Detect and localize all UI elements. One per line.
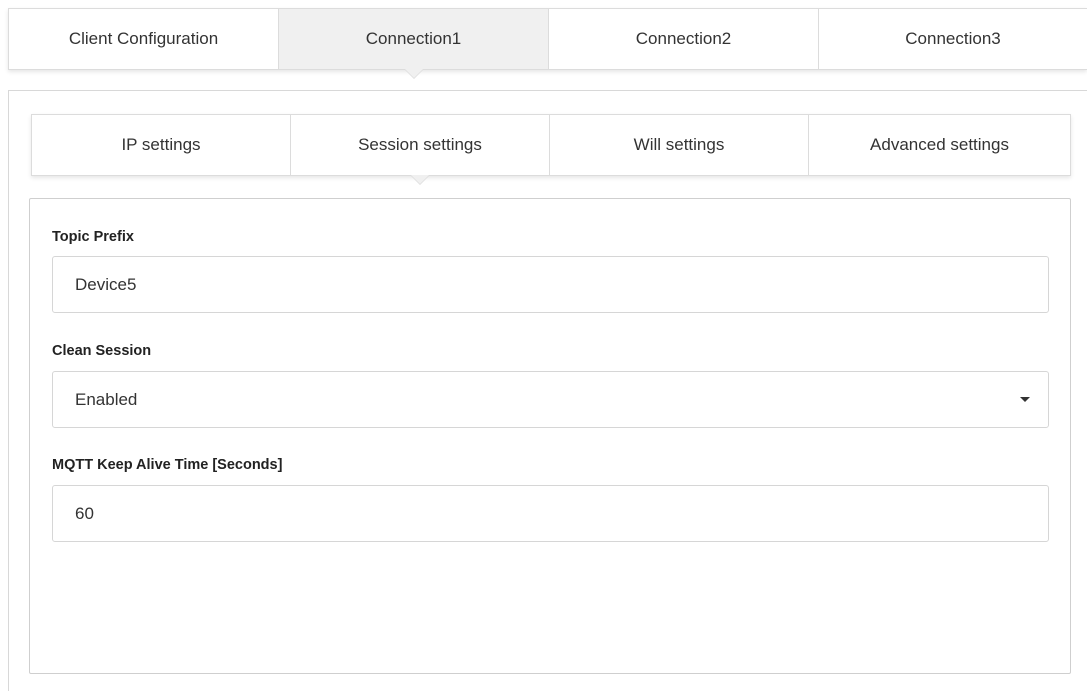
tab-ip-settings[interactable]: IP settings — [32, 115, 291, 175]
tab-will-settings[interactable]: Will settings — [550, 115, 809, 175]
tab-advanced-settings[interactable]: Advanced settings — [809, 115, 1070, 175]
keep-alive-label: MQTT Keep Alive Time [Seconds] — [52, 457, 283, 473]
clean-session-label: Clean Session — [52, 343, 152, 359]
topic-prefix-field[interactable] — [52, 256, 1049, 313]
tab-session-settings[interactable]: Session settings — [291, 115, 550, 175]
connection-tab-bar: Client Configuration Connection1 Connect… — [8, 8, 1087, 70]
keep-alive-field[interactable] — [52, 485, 1049, 542]
tab-connection3[interactable]: Connection3 — [819, 9, 1087, 69]
clean-session-select[interactable]: Enabled — [52, 371, 1049, 428]
tab-client-configuration[interactable]: Client Configuration — [9, 9, 279, 69]
caret-down-icon — [1020, 397, 1030, 402]
settings-tab-bar: IP settings Session settings Will settin… — [31, 114, 1071, 176]
topic-prefix-label: Topic Prefix — [52, 229, 134, 245]
tab-connection2[interactable]: Connection2 — [549, 9, 819, 69]
topic-prefix-input[interactable] — [75, 274, 1048, 295]
clean-session-value: Enabled — [75, 389, 138, 409]
tab-connection1[interactable]: Connection1 — [279, 9, 549, 69]
session-settings-form: Topic Prefix Clean Session Enabled MQTT … — [29, 198, 1071, 674]
keep-alive-input[interactable] — [75, 503, 1048, 524]
